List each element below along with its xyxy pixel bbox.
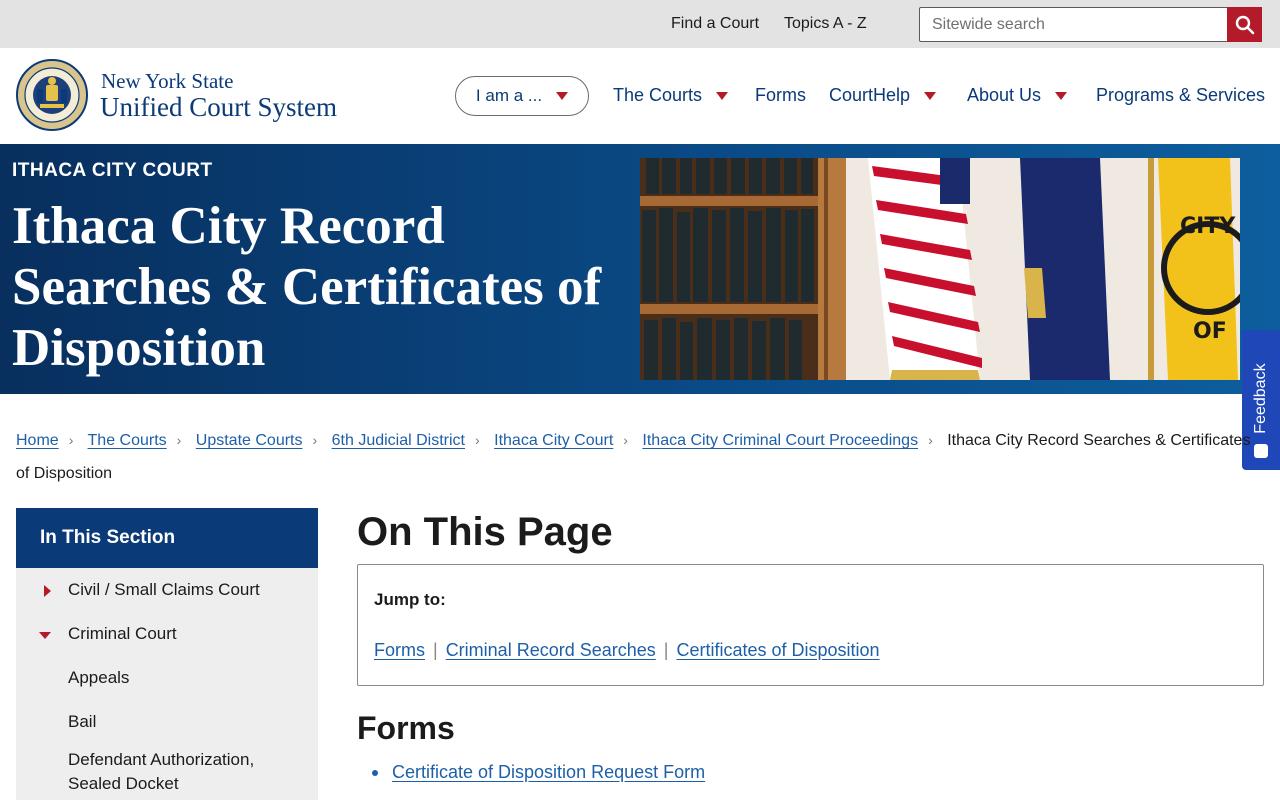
search-input[interactable] bbox=[920, 8, 1228, 41]
chevron-right-icon: › bbox=[312, 432, 318, 448]
topics-a-z-link[interactable]: Topics A - Z bbox=[784, 15, 867, 33]
forms-heading: Forms bbox=[357, 710, 455, 746]
nav-about-us[interactable]: About Us bbox=[967, 85, 1068, 106]
sidebar-item-civil-small-claims[interactable]: Civil / Small Claims Court bbox=[16, 568, 318, 612]
chevron-right-icon: › bbox=[176, 432, 182, 448]
sidebar-item-label: Bail bbox=[68, 712, 97, 731]
breadcrumb-the-courts[interactable]: The Courts bbox=[88, 432, 167, 449]
hero-kicker: ITHACA CITY COURT bbox=[12, 160, 213, 181]
breadcrumb-ithaca-city-court[interactable]: Ithaca City Court bbox=[494, 432, 613, 449]
i-am-a-label: I am a ... bbox=[475, 86, 543, 105]
breadcrumb-home[interactable]: Home bbox=[16, 432, 59, 449]
nav-forms-label: Forms bbox=[755, 85, 806, 105]
nav-about-us-label: About Us bbox=[967, 85, 1042, 105]
jump-links: Forms | Criminal Record Searches | Certifica… bbox=[374, 640, 880, 661]
chevron-down-icon bbox=[556, 92, 569, 100]
sidebar-item-appeals[interactable]: Appeals bbox=[16, 656, 318, 700]
sidebar-item-bail[interactable]: Bail bbox=[16, 700, 318, 744]
certificate-request-form-link[interactable]: Certificate of Disposition Request Form bbox=[392, 762, 705, 782]
chevron-down-icon bbox=[924, 91, 937, 100]
nav-programs-services-label: Programs & Services bbox=[1096, 85, 1266, 105]
caret-right-icon bbox=[44, 585, 51, 597]
nav-programs-services[interactable]: Programs & Services bbox=[1096, 85, 1265, 106]
jump-link-forms[interactable]: Forms bbox=[374, 640, 425, 660]
nav-the-courts-label: The Courts bbox=[613, 85, 703, 105]
bullet-icon bbox=[372, 770, 378, 777]
page-title: Ithaca City Record Searches & Certificat… bbox=[12, 197, 602, 377]
chevron-down-icon bbox=[716, 91, 729, 100]
breadcrumb-upstate-courts[interactable]: Upstate Courts bbox=[196, 432, 303, 449]
brand-line-2[interactable]: Unified Court System bbox=[100, 92, 337, 123]
nav-courthelp[interactable]: CourtHelp bbox=[829, 85, 937, 106]
nav-the-courts[interactable]: The Courts bbox=[613, 85, 729, 106]
utility-bar: Find a Court Topics A - Z bbox=[0, 0, 1280, 48]
i-am-a-dropdown[interactable]: I am a ... bbox=[455, 76, 589, 116]
chevron-right-icon: › bbox=[623, 432, 628, 448]
sidebar-item-defendant-authorization[interactable]: Defendant Authorization, Sealed Docket bbox=[16, 744, 318, 800]
chevron-right-icon: › bbox=[68, 432, 74, 448]
jump-link-certificates-of-disposition[interactable]: Certificates of Disposition bbox=[676, 640, 879, 660]
sidebar-item-label: Appeals bbox=[68, 668, 130, 687]
page-hero: ITHACA CITY COURT Ithaca City Record Sea… bbox=[0, 144, 1280, 394]
sidebar-item-criminal-court[interactable]: Criminal Court bbox=[16, 612, 318, 656]
chevron-right-icon: › bbox=[928, 432, 933, 448]
search-icon bbox=[1235, 15, 1254, 34]
chevron-right-icon: › bbox=[475, 432, 480, 448]
jump-link-criminal-record-searches[interactable]: Criminal Record Searches bbox=[446, 640, 656, 660]
brand-line-1[interactable]: New York State bbox=[101, 69, 233, 94]
sidebar-item-label: Criminal Court bbox=[68, 624, 177, 643]
on-this-page-heading: On This Page bbox=[357, 510, 613, 554]
divider: | bbox=[663, 640, 669, 660]
chevron-down-icon bbox=[1055, 91, 1068, 100]
breadcrumb-criminal-proceedings[interactable]: Ithaca City Criminal Court Proceedings bbox=[642, 432, 918, 449]
jump-to-box: Jump to: Forms | Criminal Record Searches |… bbox=[357, 564, 1264, 686]
svg-text:OF: OF bbox=[1193, 319, 1227, 344]
section-sidebar: In This Section Civil / Small Claims Cou… bbox=[16, 508, 318, 800]
svg-text:CITY: CITY bbox=[1180, 214, 1236, 239]
nav-forms[interactable]: Forms bbox=[755, 85, 806, 106]
find-a-court-link[interactable]: Find a Court bbox=[671, 15, 759, 33]
list-item: Certificate of Disposition Request Form bbox=[372, 762, 705, 783]
divider: | bbox=[433, 640, 438, 660]
sidebar-heading: In This Section bbox=[16, 508, 318, 568]
feedback-icon bbox=[1254, 444, 1268, 458]
breadcrumb: Home › The Courts › Upstate Courts › 6th Ju… bbox=[16, 424, 1256, 490]
jump-to-label: Jump to: bbox=[374, 590, 446, 609]
state-seal-icon[interactable] bbox=[16, 59, 88, 131]
courtroom-books-and-flags-photo: CITY OF bbox=[640, 158, 1240, 380]
site-header: New York State Unified Court System I am… bbox=[0, 48, 1280, 144]
breadcrumb-6th-judicial-district[interactable]: 6th Judicial District bbox=[332, 432, 465, 449]
sitewide-search bbox=[919, 7, 1262, 42]
sidebar-item-label: Civil / Small Claims Court bbox=[68, 580, 260, 599]
caret-down-icon bbox=[39, 632, 51, 639]
search-button[interactable] bbox=[1227, 7, 1262, 42]
sidebar-item-label: Defendant Authorization, Sealed Docket bbox=[68, 750, 255, 793]
nav-courthelp-label: CourtHelp bbox=[829, 85, 911, 105]
